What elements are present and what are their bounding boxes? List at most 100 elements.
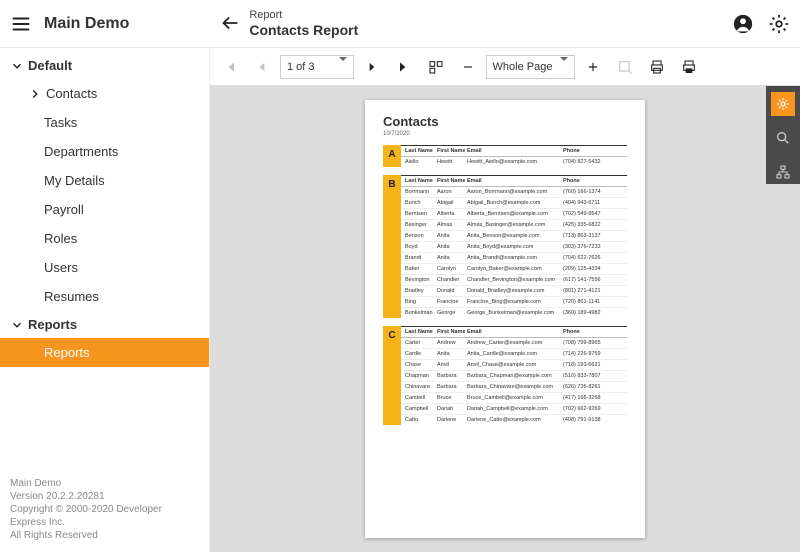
- footer-line: Version 20.2.2.20281: [10, 490, 199, 503]
- table-row: BradleyDonaldDonald_Bradley@example.com(…: [401, 286, 627, 297]
- cell-first: George: [437, 310, 467, 316]
- table-row: ChapmanBarbaraBarbara_Chapman@example.co…: [401, 371, 627, 382]
- cell-first: Aaron: [437, 189, 467, 195]
- cell-first: Alberta: [437, 211, 467, 217]
- table-row: BorrmannAaronAaron_Borrmann@example.com(…: [401, 187, 627, 198]
- section-letter: C: [383, 326, 401, 425]
- cell-phone: (617) 141-7556: [563, 277, 609, 283]
- prev-page-button[interactable]: [248, 53, 276, 81]
- rail-search-button[interactable]: [771, 126, 795, 150]
- rail-tree-button[interactable]: [771, 160, 795, 184]
- cell-last: Bunkelman: [401, 310, 437, 316]
- footer-line: Copyright © 2000-2020 Developer Express …: [10, 503, 199, 529]
- cell-email: Donald_Bradley@example.com: [467, 288, 563, 294]
- cell-phone: (708) 799-8965: [563, 340, 609, 346]
- col-last: Last Name: [401, 178, 437, 184]
- zoom-in-button[interactable]: [579, 53, 607, 81]
- table-row: BevingtonChandlerChandler_Bevington@exam…: [401, 275, 627, 286]
- col-first: First Name: [437, 148, 467, 154]
- table-row: BasingerAlmasAlmas_Basinger@example.com(…: [401, 220, 627, 231]
- cell-last: Campbell: [401, 406, 437, 412]
- zoom-out-button[interactable]: [454, 53, 482, 81]
- first-page-button[interactable]: [216, 53, 244, 81]
- cell-first: Barbara: [437, 373, 467, 379]
- cell-phone: (425) 335-6822: [563, 222, 609, 228]
- report-viewport[interactable]: Contacts 10/7/2020 ALast NameFirst NameE…: [210, 86, 800, 552]
- footer-line: All Rights Reserved: [10, 529, 199, 542]
- nav-item-reports[interactable]: Reports: [0, 338, 209, 367]
- cell-email: Barbara_Chapman@example.com: [467, 373, 563, 379]
- nav-item-payroll[interactable]: Payroll: [0, 195, 209, 224]
- cell-last: Bradley: [401, 288, 437, 294]
- nav-item-label: Resumes: [44, 289, 99, 304]
- back-button[interactable]: [219, 12, 241, 34]
- cell-last: Chase: [401, 362, 437, 368]
- cell-email: George_Bunkelman@example.com: [467, 310, 563, 316]
- table-row: BunkelmanGeorgeGeorge_Bunkelman@example.…: [401, 308, 627, 318]
- cell-last: Chinavare: [401, 384, 437, 390]
- sidebar-footer: Main Demo Version 20.2.2.20281 Copyright…: [0, 471, 209, 552]
- nav-item-my-details[interactable]: My Details: [0, 166, 209, 195]
- table-row: CarterAndrewAndrew_Carter@example.com(70…: [401, 338, 627, 349]
- print-button[interactable]: [643, 53, 671, 81]
- print-page-button[interactable]: [675, 53, 703, 81]
- cell-email: Anita_Cardle@example.com: [467, 351, 563, 357]
- highlight-button[interactable]: [611, 53, 639, 81]
- table-row: CardleAnitaAnita_Cardle@example.com(714)…: [401, 349, 627, 360]
- hamburger-menu[interactable]: [10, 13, 32, 35]
- cell-phone: (702) 549-9547: [563, 211, 609, 217]
- report-section: BLast NameFirst NameEmailPhoneBorrmannAa…: [383, 175, 627, 318]
- cell-last: Baker: [401, 266, 437, 272]
- cell-email: Dariah_Campbell@example.com: [467, 406, 563, 412]
- cell-phone: (718) 193-6621: [563, 362, 609, 368]
- nav-item-resumes[interactable]: Resumes: [0, 282, 209, 311]
- cell-email: Anvil_Chase@example.com: [467, 362, 563, 368]
- gear-icon[interactable]: [768, 13, 790, 35]
- cell-phone: (626) 736-8261: [563, 384, 609, 390]
- report-page: Contacts 10/7/2020 ALast NameFirst NameE…: [365, 100, 645, 538]
- cell-phone: (404) 943-6711: [563, 200, 609, 206]
- nav-group-reports[interactable]: Reports: [0, 311, 209, 338]
- table-row: CambellBruceBruce_Cambell@example.com(41…: [401, 393, 627, 404]
- cell-first: Anita: [437, 255, 467, 261]
- nav-item-departments[interactable]: Departments: [0, 137, 209, 166]
- nav-item-roles[interactable]: Roles: [0, 224, 209, 253]
- chevron-right-icon: [28, 87, 42, 101]
- table-row: BoydAnitaAnita_Boyd@example.com(303) 376…: [401, 242, 627, 253]
- cell-last: Borrmann: [401, 189, 437, 195]
- cell-last: Chapman: [401, 373, 437, 379]
- nav-item-users[interactable]: Users: [0, 253, 209, 282]
- last-page-button[interactable]: [390, 53, 418, 81]
- cell-email: Anita_Brandt@example.com: [467, 255, 563, 261]
- cell-first: Francine: [437, 299, 467, 305]
- nav-item-contacts[interactable]: Contacts: [0, 79, 209, 108]
- col-last: Last Name: [401, 148, 437, 154]
- cell-last: Bing: [401, 299, 437, 305]
- cell-email: Darlene_Catto@example.com: [467, 417, 563, 423]
- col-phone: Phone: [563, 178, 609, 184]
- page-selector[interactable]: 1 of 3: [280, 55, 354, 79]
- nav-group-default[interactable]: Default: [0, 52, 209, 79]
- table-row: BakerCarolynCarolyn_Baker@example.com(20…: [401, 264, 627, 275]
- account-icon[interactable]: [732, 13, 754, 35]
- rail-settings-button[interactable]: [771, 92, 795, 116]
- nav-item-tasks[interactable]: Tasks: [0, 108, 209, 137]
- table-row: BrandtAnitaAnita_Brandt@example.com(704)…: [401, 253, 627, 264]
- cell-first: Chandler: [437, 277, 467, 283]
- multipage-button[interactable]: [422, 53, 450, 81]
- zoom-selector[interactable]: Whole Page: [486, 55, 576, 79]
- cell-last: Basinger: [401, 222, 437, 228]
- cell-last: Bunch: [401, 200, 437, 206]
- nav-group-label: Reports: [28, 317, 77, 332]
- cell-phone: (303) 376-7233: [563, 244, 609, 250]
- cell-last: Carter: [401, 340, 437, 346]
- table-header: Last NameFirst NameEmailPhone: [401, 145, 627, 157]
- table-row: AielloHewittHewitt_Aiello@example.com(70…: [401, 157, 627, 167]
- next-page-button[interactable]: [358, 53, 386, 81]
- nav-item-label: Tasks: [44, 115, 77, 130]
- cell-last: Cardle: [401, 351, 437, 357]
- nav-item-label: Reports: [44, 345, 90, 360]
- cell-phone: (704) 827-5432: [563, 159, 609, 165]
- nav-item-label: Departments: [44, 144, 118, 159]
- app-title: Main Demo: [44, 15, 129, 33]
